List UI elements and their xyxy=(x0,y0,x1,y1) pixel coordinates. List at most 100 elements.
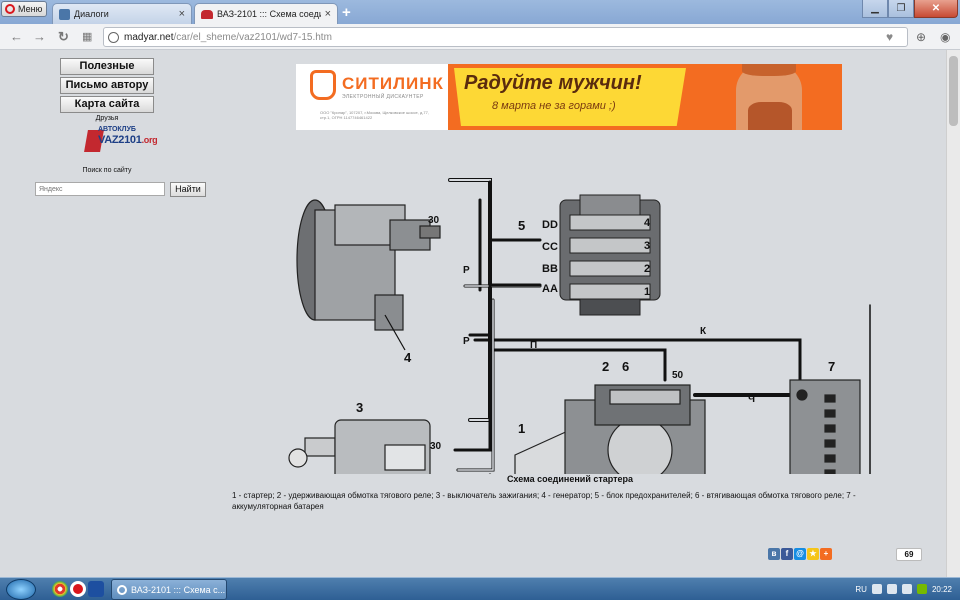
fuse-letter: А xyxy=(550,283,558,295)
fuse-number: 2 xyxy=(644,263,650,275)
fuse-letter: В xyxy=(542,263,550,275)
new-tab-button[interactable]: + xyxy=(342,4,351,21)
wire-label-r1: Р xyxy=(463,265,470,276)
close-tab-icon[interactable]: × xyxy=(179,8,185,20)
reload-icon[interactable]: ↻ xyxy=(58,29,69,45)
diagram-legend: 1 - стартер; 2 - удерживающая обмотка тя… xyxy=(232,491,856,511)
share-counter: 69 xyxy=(896,548,922,561)
facebook-icon[interactable]: f xyxy=(781,548,793,560)
start-button-icon[interactable] xyxy=(6,579,36,600)
sitemap-button[interactable]: Карта сайта xyxy=(60,96,154,113)
network-icon[interactable] xyxy=(886,584,897,594)
banner-man-beard xyxy=(748,102,792,130)
club-logo-top: АВТОКЛУБ xyxy=(98,126,136,133)
account-icon[interactable]: ◉ xyxy=(940,30,950,44)
task-title: ВАЗ-2101 ::: Схема с... xyxy=(131,584,226,595)
wire-label-p: П xyxy=(530,340,537,351)
tab-dialogs[interactable]: Диалоги × xyxy=(52,3,192,24)
search-label: Поиск по сайту xyxy=(82,167,132,174)
banner-subline: 8 марта не за горами ;) xyxy=(492,100,616,112)
useful-links-button[interactable]: Полезные ссылки xyxy=(60,58,154,87)
wire-label-ch: Ч xyxy=(748,394,755,405)
banner-legal: ООО "Кронар", 107207, г.Москва, Щелковск… xyxy=(320,110,429,120)
vk-icon[interactable]: в xyxy=(768,548,780,560)
mail-icon[interactable]: @ xyxy=(794,548,806,560)
car-favicon-icon xyxy=(201,9,213,19)
tab-vaz2101[interactable]: ВАЗ-2101 ::: Схема соедин × xyxy=(194,3,338,24)
share-buttons: в f @ ★ + xyxy=(768,548,832,560)
scrollbar-thumb[interactable] xyxy=(949,56,958,126)
ignition-switch-component xyxy=(288,419,431,474)
close-window-button[interactable]: ✕ xyxy=(914,0,958,18)
club-logo-name: VAZ2101.org xyxy=(98,134,158,146)
opera-taskbar-icon[interactable] xyxy=(70,581,86,597)
fuse-letter: А xyxy=(542,283,550,295)
globe-icon xyxy=(108,31,119,43)
browser-toolbar: ← → ↻ ▦ madyar.net/car/el_sheme/vaz2101/… xyxy=(0,24,960,50)
page-content: Полезные ссылки Письмо автору Карта сайт… xyxy=(0,50,946,577)
taskbar-task-opera[interactable]: ВАЗ-2101 ::: Схема с... xyxy=(111,579,227,600)
volume-icon[interactable] xyxy=(901,584,912,594)
speed-dial-grid-icon[interactable]: ▦ xyxy=(82,30,92,43)
banner-headline: Радуйте мужчин! xyxy=(464,72,642,94)
diagram-caption: Схема соединений стартера xyxy=(506,474,634,484)
address-bar[interactable]: madyar.net/car/el_sheme/vaz2101/wd7-15.h… xyxy=(103,27,908,47)
generator-component xyxy=(296,199,441,351)
starter-wiring-diagram: 30 Р Р П К Ч 30 50 50 А А В В С С D D 4 … xyxy=(288,178,871,474)
terminal-30-generator: 30 xyxy=(428,215,440,226)
terminal-50-starter: 50 xyxy=(672,370,684,381)
banner-brand: СИТИЛИНК xyxy=(342,74,444,93)
search-button[interactable]: Найти xyxy=(170,182,206,197)
banner-brand-sub: ЭЛЕКТРОННЫЙ ДИСКАУНТЕР xyxy=(342,94,424,100)
forward-arrow-icon[interactable]: → xyxy=(33,29,46,44)
menu-label: Меню xyxy=(18,4,43,14)
language-indicator[interactable]: RU xyxy=(855,585,867,594)
heart-bookmark-icon[interactable]: ♥ xyxy=(886,30,893,44)
minimize-button[interactable]: ▁ xyxy=(862,0,888,18)
site-search-input[interactable] xyxy=(35,182,165,196)
wire-label-r2: Р xyxy=(463,336,470,347)
write-author-button[interactable]: Письмо автору xyxy=(60,77,154,94)
url-text: madyar.net/car/el_sheme/vaz2101/wd7-15.h… xyxy=(124,31,332,43)
clock: 20:22 xyxy=(931,584,952,594)
fuse-letter: D xyxy=(542,219,550,231)
friends-label: Друзья xyxy=(95,115,119,122)
citilink-hand-icon xyxy=(310,70,336,100)
vaz2101-club-logo[interactable]: АВТОКЛУБ VAZ2101.org xyxy=(84,126,158,153)
citilink-ad-banner[interactable]: СИТИЛИНК ЭЛЕКТРОННЫЙ ДИСКАУНТЕР ООО "Кро… xyxy=(296,64,842,130)
opera-logo-icon xyxy=(5,4,15,14)
nvidia-icon[interactable] xyxy=(916,584,927,594)
vertical-scrollbar[interactable] xyxy=(946,50,960,577)
app-taskbar-icon[interactable] xyxy=(88,581,104,597)
download-icon[interactable]: ⊕ xyxy=(916,30,926,44)
starter-component xyxy=(514,384,706,474)
back-arrow-icon[interactable]: ← xyxy=(10,29,23,44)
opera-menu-button[interactable]: Меню xyxy=(1,1,47,17)
component-number-3: 3 xyxy=(356,400,363,415)
component-number-4: 4 xyxy=(404,350,412,365)
component-number-1: 1 xyxy=(518,421,525,436)
component-number-5: 5 xyxy=(518,218,525,233)
fuse-number: 1 xyxy=(644,286,650,298)
system-tray: RU 20:22 xyxy=(855,578,960,600)
tab-title: ВАЗ-2101 ::: Схема соедин xyxy=(217,9,321,19)
fuse-number: 4 xyxy=(644,217,651,229)
close-tab-icon[interactable]: × xyxy=(325,8,331,20)
fuse-number: 3 xyxy=(644,240,650,252)
opera-logo-icon xyxy=(117,584,127,595)
banner-man-hair xyxy=(742,64,796,76)
star-icon[interactable]: ★ xyxy=(807,548,819,560)
plus-icon[interactable]: + xyxy=(820,548,832,560)
fuse-letter: С xyxy=(550,241,558,253)
wire-label-k: К xyxy=(700,326,707,337)
tray-app-icon[interactable] xyxy=(871,584,882,594)
fuse-letter: В xyxy=(550,263,558,275)
component-number-7: 7 xyxy=(828,359,835,374)
tab-title: Диалоги xyxy=(74,9,109,19)
chrome-icon[interactable] xyxy=(52,581,68,597)
maximize-button[interactable]: ❐ xyxy=(888,0,914,18)
battery-component xyxy=(789,379,861,474)
component-number-6: 6 xyxy=(622,359,629,374)
component-number-2: 2 xyxy=(602,359,609,374)
vk-favicon-icon xyxy=(59,8,70,20)
